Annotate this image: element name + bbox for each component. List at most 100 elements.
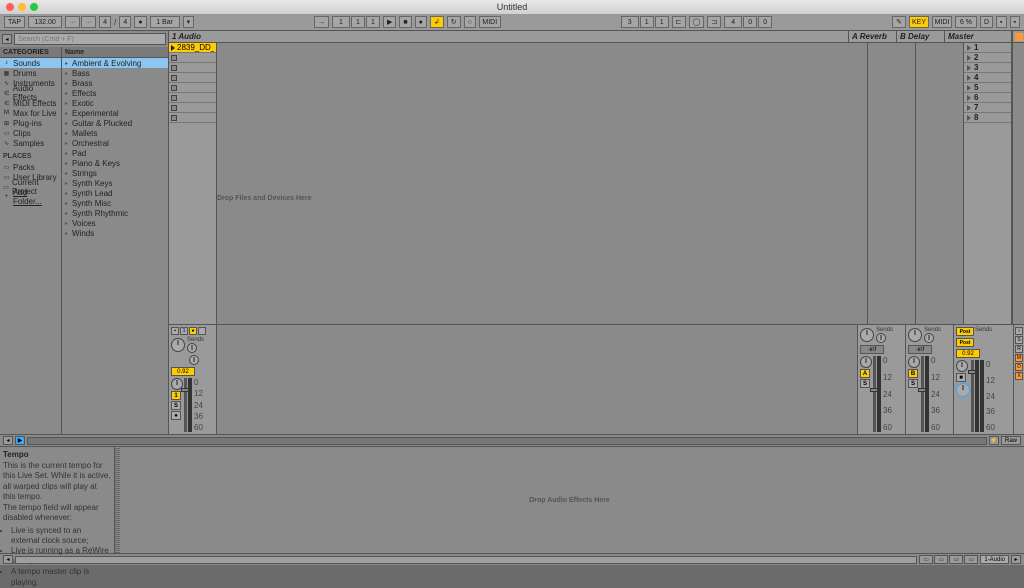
stop-button[interactable]: ■ — [399, 16, 411, 28]
return-b-header[interactable]: B Delay — [897, 31, 945, 42]
content-item[interactable]: ▸Ambient & Evolving — [62, 58, 168, 68]
category-item-audio-effects[interactable]: ⋲Audio Effects — [0, 88, 61, 98]
metronome-button[interactable]: ● — [134, 16, 146, 28]
loop-len-six[interactable]: 0 — [758, 16, 772, 28]
clip-slot-empty[interactable] — [169, 113, 216, 123]
return-b-solo[interactable]: S — [908, 379, 918, 388]
zoom-window-button[interactable] — [30, 3, 38, 11]
session-record-button[interactable]: ○ — [464, 16, 476, 28]
scene-slot[interactable]: 7 — [964, 103, 1011, 113]
return-b-pan-knob[interactable] — [908, 328, 922, 342]
return-a-pan[interactable] — [860, 356, 872, 368]
clip-slot-filled[interactable]: 2839_DD_96_Dr — [169, 43, 216, 53]
return-a-send-knob[interactable] — [876, 333, 886, 343]
content-item[interactable]: ▸Pad — [62, 148, 168, 158]
global-quantize[interactable]: 1 Bar — [150, 16, 180, 28]
content-item[interactable]: ▸Voices — [62, 218, 168, 228]
pos-beat[interactable]: 1 — [351, 16, 365, 28]
punch-in-button[interactable]: ⊏ — [672, 16, 686, 28]
return-b-send-knob[interactable] — [924, 333, 934, 343]
clip-slot-empty[interactable] — [169, 63, 216, 73]
loop-start-beat[interactable]: 1 — [640, 16, 654, 28]
io-section-toggle[interactable] — [1012, 43, 1024, 324]
master-pan[interactable] — [956, 360, 968, 372]
record-button[interactable]: ● — [415, 16, 427, 28]
overdub-button[interactable]: ↲ — [430, 16, 444, 28]
device-view[interactable]: Drop Audio Effects Here — [115, 447, 1024, 553]
content-item[interactable]: ▸Effects — [62, 88, 168, 98]
mixer-show-button[interactable]: M — [1015, 354, 1023, 362]
preview-collapse-button[interactable]: ◂ — [3, 436, 13, 445]
preview-post-button[interactable]: Post — [956, 327, 974, 336]
loop-len-beat[interactable]: 0 — [743, 16, 757, 28]
returns-show-button[interactable]: R — [1015, 345, 1023, 353]
category-item-clips[interactable]: ▭Clips — [0, 128, 61, 138]
content-item[interactable]: ▸Mallets — [62, 128, 168, 138]
detail-resize-handle[interactable] — [115, 447, 120, 553]
tempo-field[interactable]: 132.00 — [28, 16, 62, 28]
clip-slot-empty[interactable] — [169, 53, 216, 63]
play-button[interactable]: ▶ — [383, 16, 396, 28]
audio-track-header[interactable]: 1 Audio — [169, 31, 849, 42]
volume-fader[interactable] — [184, 378, 187, 432]
content-item[interactable]: ▸Strings — [62, 168, 168, 178]
clip-slot-empty[interactable] — [169, 93, 216, 103]
content-item[interactable]: ▸Piano & Keys — [62, 158, 168, 168]
content-item[interactable]: ▸Brass — [62, 78, 168, 88]
clip-slot-empty[interactable] — [169, 73, 216, 83]
clip-slot-empty[interactable] — [169, 103, 216, 113]
place-item-packs[interactable]: ▭Packs — [0, 162, 61, 172]
pan-knob[interactable] — [171, 338, 185, 352]
monitor-button[interactable]: ● — [189, 327, 197, 335]
content-item[interactable]: ▸Exotic — [62, 98, 168, 108]
input-type-button[interactable]: ▪ — [171, 327, 179, 335]
return-a-pan-knob[interactable] — [860, 328, 874, 342]
preview-play-button[interactable]: ▶ — [15, 436, 25, 445]
midi-map-button[interactable]: MIDI — [932, 16, 952, 28]
master-header[interactable]: Master — [945, 31, 1012, 42]
return-a-solo[interactable]: S — [860, 379, 870, 388]
follow-button[interactable]: → — [314, 16, 329, 28]
search-input[interactable] — [14, 33, 166, 45]
drop-area[interactable]: Drop Files and Devices Here — [217, 43, 868, 324]
delay-show-button[interactable]: D — [1015, 363, 1023, 371]
minimize-window-button[interactable] — [18, 3, 26, 11]
pos-bar[interactable]: 1 — [332, 16, 350, 28]
detail-view-toggle[interactable]: ▸ — [1011, 555, 1021, 564]
return-a-activator[interactable]: A — [860, 369, 870, 378]
browser-collapse-button[interactable]: ◂ — [2, 34, 12, 44]
scene-slot[interactable]: 6 — [964, 93, 1011, 103]
crossfade-show-button[interactable]: X — [1015, 372, 1023, 380]
cue-volume-knob[interactable] — [956, 383, 970, 397]
input-channel-button[interactable]: 1 — [180, 327, 188, 335]
track-activator[interactable]: 1 — [171, 391, 181, 400]
tap-tempo-button[interactable]: TAP — [4, 16, 25, 28]
content-item[interactable]: ▸Synth Keys — [62, 178, 168, 188]
tempo-nudge-down[interactable]: ··· — [65, 16, 80, 28]
content-item[interactable]: ▸Synth Rhythmic — [62, 208, 168, 218]
category-item-max-for-live[interactable]: MMax for Live — [0, 108, 61, 118]
volume-display[interactable]: 0.92 — [171, 367, 195, 376]
content-item[interactable]: ▸Synth Misc — [62, 198, 168, 208]
clip-slot-empty[interactable] — [169, 83, 216, 93]
tempo-nudge-up[interactable]: ··· — [81, 16, 96, 28]
master-vol-display[interactable]: 0.92 — [956, 349, 980, 358]
return-a-fader[interactable] — [873, 356, 876, 432]
arm-button[interactable]: ● — [171, 411, 181, 420]
scene-slot[interactable]: 4 — [964, 73, 1011, 83]
return-b-activator[interactable]: B — [908, 369, 918, 378]
quantize-menu[interactable]: ▾ — [183, 16, 195, 28]
scene-slot[interactable]: 8 — [964, 113, 1011, 123]
return-b-vol-display[interactable]: -inf — [908, 345, 932, 354]
content-item[interactable]: ▸Experimental — [62, 108, 168, 118]
time-sig-denominator[interactable]: 4 — [119, 16, 131, 28]
preview-waveform[interactable] — [27, 437, 987, 445]
content-item[interactable]: ▸Synth Lead — [62, 188, 168, 198]
content-item[interactable]: ▸Bass — [62, 68, 168, 78]
session-arrangement-toggle[interactable] — [1012, 31, 1024, 42]
pos-sixteenth[interactable]: 1 — [366, 16, 380, 28]
master-post-button[interactable]: Post — [956, 338, 974, 347]
return-b-pan[interactable] — [908, 356, 920, 368]
device-chain-button[interactable]: ▭ — [934, 555, 948, 564]
master-fader[interactable] — [971, 360, 974, 432]
